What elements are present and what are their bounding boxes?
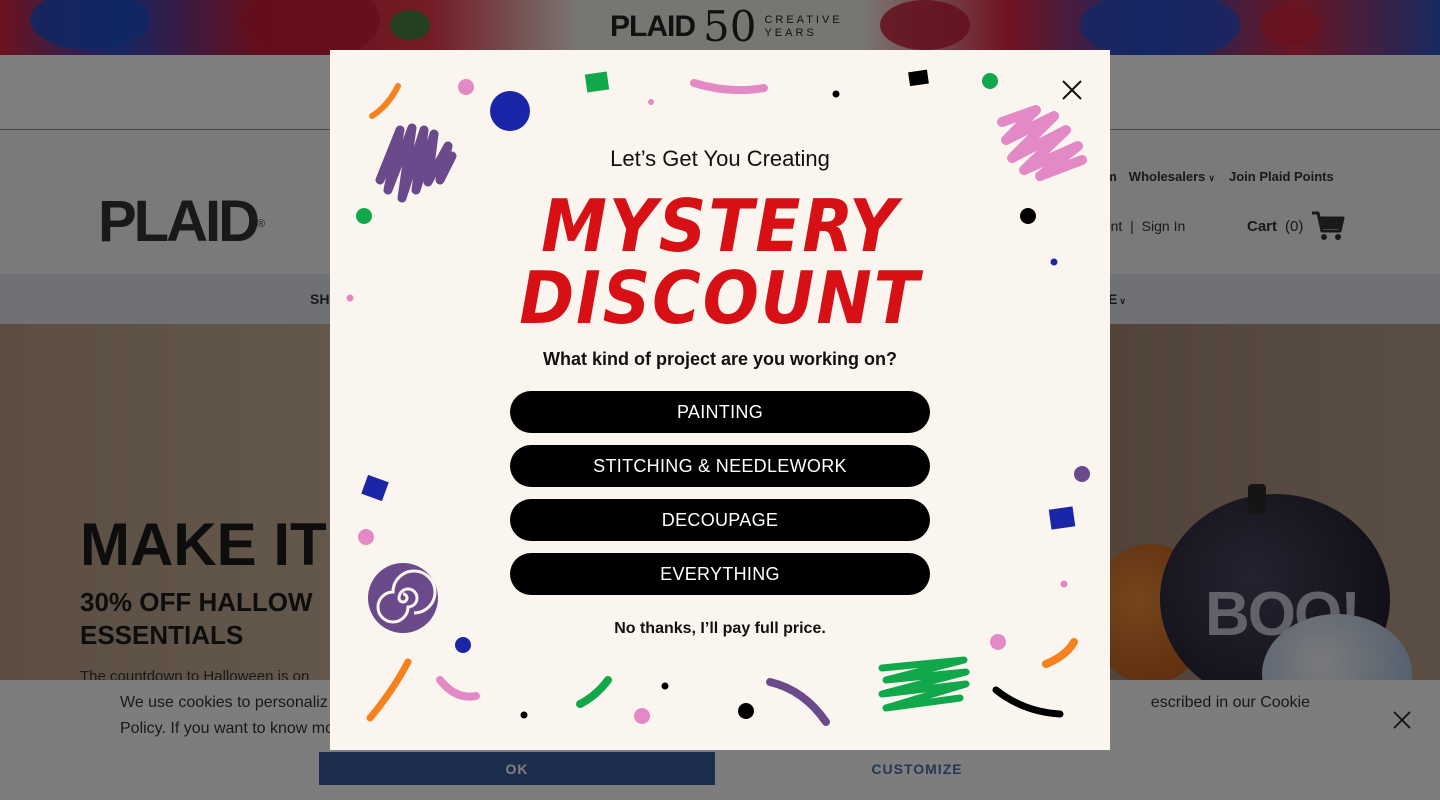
choice-painting-button[interactable]: PAINTING (510, 391, 930, 433)
mystery-discount-modal: Let’s Get You Creating MYSTERY DISCOUNT … (330, 50, 1110, 750)
decline-link[interactable]: No thanks, I’ll pay full price. (330, 620, 1110, 638)
modal-eyebrow: Let’s Get You Creating (610, 146, 830, 171)
modal-headline-line1: MYSTERY (541, 184, 899, 268)
choice-decoupage-button[interactable]: DECOUPAGE (510, 499, 930, 541)
choice-stitching-button[interactable]: STITCHING & NEEDLEWORK (510, 445, 930, 487)
modal-headline: MYSTERY DISCOUNT (361, 190, 1079, 334)
modal-question: What kind of project are you working on? (542, 349, 897, 369)
choice-everything-button[interactable]: EVERYTHING (510, 553, 930, 595)
modal-headline-line2: DISCOUNT (519, 256, 921, 340)
close-icon[interactable] (1060, 78, 1084, 102)
